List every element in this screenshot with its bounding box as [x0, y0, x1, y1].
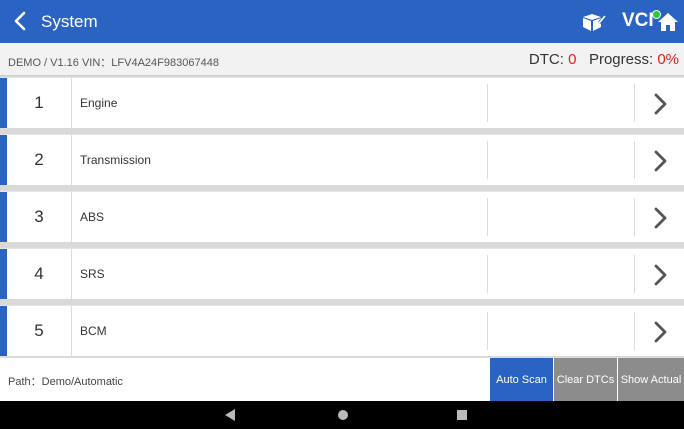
dtc-label: DTC: [528, 51, 564, 68]
row-divider [634, 255, 635, 293]
nav-back-icon[interactable] [223, 408, 237, 422]
row-divider [487, 255, 488, 293]
chevron-right-icon[interactable] [650, 263, 670, 287]
row-accent [0, 192, 7, 242]
breadcrumb: Path：Demo/Automatic [8, 376, 123, 388]
clear-dtcs-button[interactable]: Clear DTCs [554, 358, 617, 402]
row-number: 1 [7, 78, 72, 128]
nav-recents-icon[interactable] [455, 408, 469, 422]
system-row-srs[interactable]: 4 SRS [0, 248, 684, 299]
row-accent [0, 78, 7, 128]
row-divider [487, 312, 488, 350]
row-divider [487, 84, 488, 122]
row-divider [634, 198, 635, 236]
toolbox-icon[interactable] [580, 11, 607, 33]
row-accent [0, 249, 7, 299]
row-number: 3 [7, 192, 72, 242]
row-accent [0, 306, 7, 356]
row-name: Engine [80, 96, 118, 110]
system-row-abs[interactable]: 3 ABS [0, 191, 684, 242]
page-title: System [41, 12, 98, 31]
show-actual-button[interactable]: Show Actual [618, 358, 684, 402]
android-nav-bar [0, 401, 684, 429]
row-number: 4 [7, 249, 72, 299]
back-icon[interactable] [8, 9, 32, 33]
row-divider [634, 141, 635, 179]
row-divider [634, 84, 635, 122]
vci-status[interactable]: VCI [622, 9, 661, 33]
nav-home-icon[interactable] [336, 408, 350, 422]
vehicle-info: DEMO / V1.16 VIN：LFV4A24F983067448 [8, 57, 219, 69]
system-row-bcm[interactable]: 5 BCM [0, 305, 684, 356]
home-icon[interactable] [657, 11, 679, 33]
chevron-right-icon[interactable] [650, 92, 670, 116]
chevron-right-icon[interactable] [650, 149, 670, 173]
row-name: SRS [80, 267, 105, 281]
progress-value: 0% [657, 51, 679, 68]
bottom-bar: Path：Demo/Automatic Auto Scan Clear DTCs… [0, 357, 684, 402]
row-name: ABS [80, 210, 105, 224]
dtc-count: 0 [568, 51, 577, 68]
chevron-right-icon[interactable] [650, 206, 670, 230]
row-divider [487, 141, 488, 179]
row-name: BCM [80, 324, 107, 338]
info-bar: DEMO / V1.16 VIN：LFV4A24F983067448 DTC: … [0, 43, 684, 76]
system-row-engine[interactable]: 1 Engine [0, 77, 684, 128]
top-bar: System VCI [0, 0, 684, 43]
row-name: Transmission [80, 153, 151, 167]
auto-scan-button[interactable]: Auto Scan [490, 358, 553, 402]
system-row-transmission[interactable]: 2 Transmission [0, 134, 684, 185]
chevron-right-icon[interactable] [650, 320, 670, 344]
progress-label: Progress: [588, 51, 654, 68]
row-number: 2 [7, 135, 72, 185]
row-divider [634, 312, 635, 350]
row-divider [487, 198, 488, 236]
row-number: 5 [7, 306, 72, 356]
system-list: 1 Engine 2 Transmission 3 ABS 4 SRS 5 BC… [0, 77, 684, 362]
row-accent [0, 135, 7, 185]
vci-label: VCI [622, 10, 654, 31]
status-summary: DTC: 0 Progress: 0% [529, 51, 679, 68]
